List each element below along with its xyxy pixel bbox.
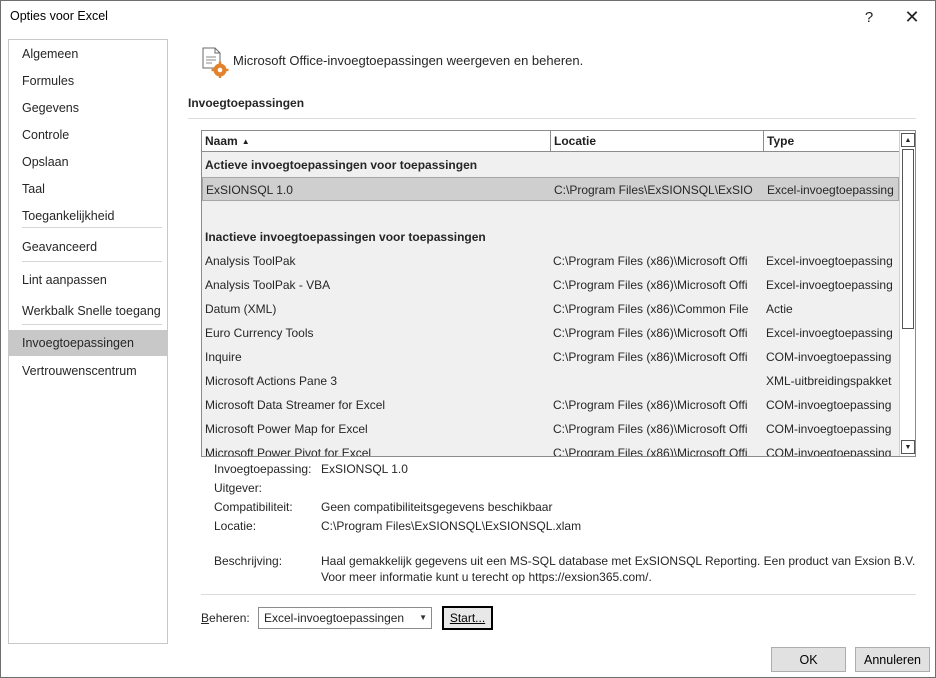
- cell-location: C:\Program Files (x86)\Microsoft Offi: [553, 398, 748, 412]
- manage-select[interactable]: Excel-invoegtoepassingen ▼: [258, 607, 432, 629]
- cell-name: Microsoft Data Streamer for Excel: [205, 398, 386, 412]
- close-button[interactable]: ✕: [892, 3, 932, 31]
- cell-type: COM-invoegtoepassing: [766, 398, 892, 412]
- cell-location: C:\Program Files (x86)\Microsoft Offi: [553, 446, 748, 456]
- cell-name: Inquire: [205, 350, 242, 364]
- cell-type: Excel-invoegtoepassing: [767, 183, 894, 197]
- column-header-location[interactable]: Locatie: [551, 131, 764, 152]
- column-header-name[interactable]: Naam ▲: [202, 131, 551, 152]
- sidebar-item-taal[interactable]: Taal: [9, 176, 167, 202]
- cell-type: Actie: [766, 302, 793, 316]
- table-row[interactable]: Microsoft Actions Pane 3 XML-uitbreiding…: [202, 369, 899, 393]
- detail-addin-value: ExSIONSQL 1.0: [321, 462, 408, 476]
- manage-label-rest: eheren:: [209, 611, 250, 625]
- start-button[interactable]: Start...: [442, 606, 493, 630]
- scroll-down-icon[interactable]: ▼: [901, 440, 915, 454]
- cell-name: Microsoft Power Map for Excel: [205, 422, 368, 436]
- cell-location: C:\Program Files\ExSIONSQL\ExSIO: [554, 183, 753, 197]
- cell-name: ExSIONSQL 1.0: [206, 183, 293, 197]
- column-header-name-label: Naam: [205, 134, 238, 148]
- cell-name: Euro Currency Tools: [205, 326, 314, 340]
- group-label: Actieve invoegtoepassingen voor toepassi…: [205, 158, 478, 172]
- group-label: Inactieve invoegtoepassingen voor toepas…: [205, 230, 486, 244]
- cell-type: Excel-invoegtoepassing: [766, 254, 893, 268]
- detail-location-label: Locatie:: [214, 519, 257, 533]
- table-row[interactable]: Microsoft Power Pivot for Excel C:\Progr…: [202, 441, 899, 456]
- window-title: Opties voor Excel: [10, 9, 108, 23]
- sidebar-item-geavanceerd[interactable]: Geavanceerd: [9, 234, 167, 260]
- detail-description-line1: Haal gemakkelijk gegevens uit een MS-SQL…: [321, 554, 916, 568]
- sidebar-item-lint-aanpassen[interactable]: Lint aanpassen: [9, 267, 167, 293]
- table-row[interactable]: Microsoft Power Map for Excel C:\Program…: [202, 417, 899, 441]
- table-row[interactable]: Analysis ToolPak - VBA C:\Program Files …: [202, 273, 899, 297]
- cell-name: Analysis ToolPak: [205, 254, 296, 268]
- table-row[interactable]: Analysis ToolPak C:\Program Files (x86)\…: [202, 249, 899, 273]
- cell-type: XML-uitbreidingspakket: [766, 374, 892, 388]
- detail-description-label: Beschrijving:: [214, 554, 283, 568]
- help-button[interactable]: ?: [849, 3, 889, 31]
- sidebar-item-toegankelijkheid[interactable]: Toegankelijkheid: [9, 203, 167, 229]
- section-divider: [188, 118, 916, 119]
- sidebar-item-formules[interactable]: Formules: [9, 68, 167, 94]
- manage-label: Beheren:: [201, 611, 250, 625]
- column-header-type[interactable]: Type: [764, 131, 899, 152]
- sidebar-item-opslaan[interactable]: Opslaan: [9, 149, 167, 175]
- detail-location-value: C:\Program Files\ExSIONSQL\ExSIONSQL.xla…: [321, 519, 582, 533]
- list-scrollbar[interactable]: ▲ ▼: [899, 131, 915, 456]
- cell-type: Excel-invoegtoepassing: [766, 326, 893, 340]
- group-header-active: Actieve invoegtoepassingen voor toepassi…: [202, 153, 899, 177]
- cell-location: C:\Program Files (x86)\Microsoft Offi: [553, 422, 748, 436]
- scroll-thumb[interactable]: [902, 149, 914, 329]
- detail-publisher-label: Uitgever:: [214, 481, 263, 495]
- options-dialog: Opties voor Excel ? ✕ Algemeen Formules …: [0, 0, 936, 678]
- table-row[interactable]: Microsoft Data Streamer for Excel C:\Pro…: [202, 393, 899, 417]
- ok-button[interactable]: OK: [771, 647, 846, 672]
- scroll-up-icon[interactable]: ▲: [901, 133, 915, 147]
- detail-addin-label: Invoegtoepassing:: [214, 462, 312, 476]
- manage-select-value: Excel-invoegtoepassingen: [264, 611, 405, 625]
- details-divider: [201, 594, 916, 595]
- sidebar-divider: [22, 324, 162, 325]
- detail-description-line2: Voor meer informatie kunt u terecht op h…: [321, 570, 652, 584]
- sidebar-item-invoegtoepassingen[interactable]: Invoegtoepassingen: [9, 330, 167, 356]
- sort-ascending-icon: ▲: [241, 137, 250, 147]
- cell-type: COM-invoegtoepassing: [766, 446, 892, 456]
- table-row[interactable]: Euro Currency Tools C:\Program Files (x8…: [202, 321, 899, 345]
- addins-list[interactable]: Naam ▲ Locatie Type Actieve invoegtoepass…: [201, 130, 916, 457]
- addin-gear-icon: [202, 47, 229, 78]
- sidebar-item-gegevens[interactable]: Gegevens: [9, 95, 167, 121]
- cell-location: C:\Program Files (x86)\Common File: [553, 302, 749, 316]
- sidebar-item-algemeen[interactable]: Algemeen: [9, 41, 167, 67]
- table-row[interactable]: Inquire C:\Program Files (x86)\Microsoft…: [202, 345, 899, 369]
- manage-label-accesskey: B: [201, 611, 210, 625]
- sidebar-divider: [22, 261, 162, 262]
- cell-location: C:\Program Files (x86)\Microsoft Offi: [553, 350, 748, 364]
- header-description: Microsoft Office-invoegtoepassingen weer…: [233, 53, 584, 68]
- detail-compat-label: Compatibiliteit:: [214, 500, 293, 514]
- cell-name: Analysis ToolPak - VBA: [205, 278, 331, 292]
- sidebar-divider: [22, 227, 162, 228]
- cell-location: C:\Program Files (x86)\Microsoft Offi: [553, 326, 748, 340]
- cell-location: C:\Program Files (x86)\Microsoft Offi: [553, 278, 748, 292]
- section-title: Invoegtoepassingen: [188, 96, 305, 110]
- sidebar-item-werkbalk-snelle-toegang[interactable]: Werkbalk Snelle toegang: [9, 298, 167, 324]
- cell-name: Microsoft Power Pivot for Excel: [205, 446, 372, 456]
- chevron-down-icon: ▼: [419, 613, 427, 622]
- detail-compat-value: Geen compatibiliteitsgegevens beschikbaa…: [321, 500, 553, 514]
- group-header-inactive: Inactieve invoegtoepassingen voor toepas…: [202, 225, 899, 249]
- sidebar: Algemeen Formules Gegevens Controle Opsl…: [8, 39, 168, 644]
- cell-type: COM-invoegtoepassing: [766, 422, 892, 436]
- cell-name: Microsoft Actions Pane 3: [205, 374, 338, 388]
- sidebar-item-vertrouwenscentrum[interactable]: Vertrouwenscentrum: [9, 358, 167, 384]
- cell-type: COM-invoegtoepassing: [766, 350, 892, 364]
- sidebar-item-controle[interactable]: Controle: [9, 122, 167, 148]
- table-row[interactable]: Datum (XML) C:\Program Files (x86)\Commo…: [202, 297, 899, 321]
- cell-name: Datum (XML): [205, 302, 277, 316]
- cell-location: C:\Program Files (x86)\Microsoft Offi: [553, 254, 748, 268]
- start-button-label: Start...: [449, 611, 486, 625]
- table-row[interactable]: ExSIONSQL 1.0 C:\Program Files\ExSIONSQL…: [202, 177, 899, 201]
- cancel-button[interactable]: Annuleren: [855, 647, 930, 672]
- cell-type: Excel-invoegtoepassing: [766, 278, 893, 292]
- addins-list-body: Naam ▲ Locatie Type Actieve invoegtoepass…: [202, 131, 899, 456]
